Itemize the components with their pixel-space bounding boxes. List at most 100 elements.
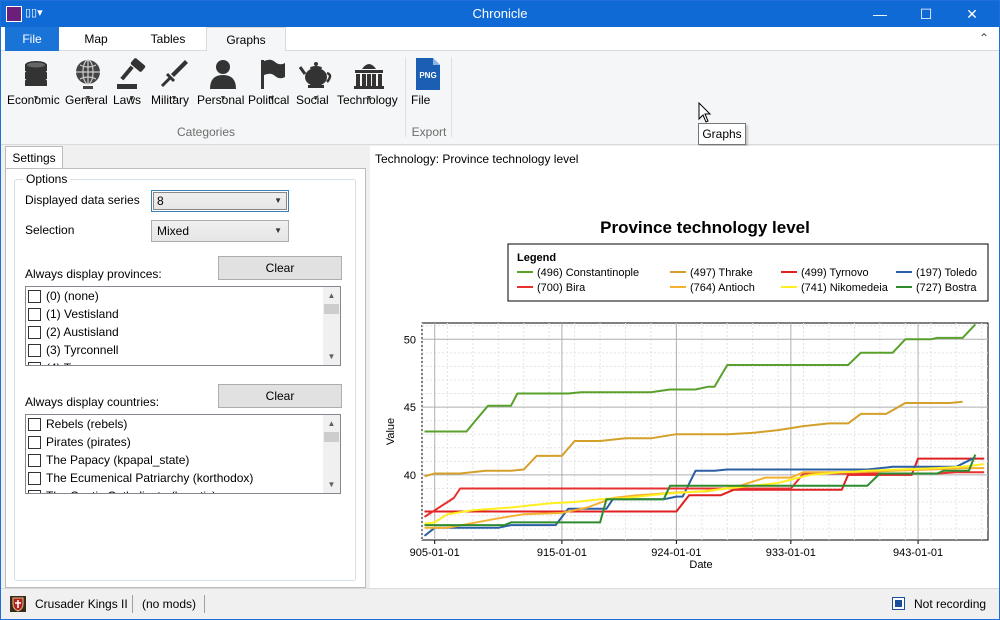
list-item[interactable]: (1) Vestisland xyxy=(26,305,340,323)
tab-settings[interactable]: Settings xyxy=(5,146,63,169)
category-button-economic[interactable]: Economic ▼ xyxy=(7,57,65,123)
list-item-label: (4) T... xyxy=(46,361,80,365)
checkbox[interactable] xyxy=(28,418,41,431)
scroll-thumb[interactable] xyxy=(324,432,339,442)
category-label: Social xyxy=(296,93,329,107)
category-button-military[interactable]: Military ▼ xyxy=(151,57,197,123)
flag-icon xyxy=(261,59,285,89)
app-window: ▯▯▾ Chronicle — ☐ ✕ File Map Tables Grap… xyxy=(0,0,1000,620)
chevron-down-icon: ▼ xyxy=(274,226,282,235)
collapse-ribbon-icon[interactable]: ⌃ xyxy=(979,31,989,45)
checkbox[interactable] xyxy=(28,472,41,485)
person-icon xyxy=(210,60,236,89)
ribbon-separator xyxy=(405,57,406,137)
tab-tables[interactable]: Tables xyxy=(133,27,203,51)
gavel-icon xyxy=(117,58,146,89)
checkbox[interactable] xyxy=(28,326,41,339)
list-item-label: Rebels (rebels) xyxy=(46,417,128,431)
category-button-social[interactable]: Social ▼ xyxy=(296,57,336,123)
list-item[interactable]: The Ecumenical Patriarchy (korthodox) xyxy=(26,469,340,487)
mods-status: (no mods) xyxy=(142,597,197,611)
category-button-technology[interactable]: Technology ▼ xyxy=(337,57,401,123)
ribbon-separator xyxy=(451,57,452,137)
category-label: Political xyxy=(248,93,290,107)
game-name: Crusader Kings II xyxy=(35,597,128,611)
provinces-label: Always display provinces: xyxy=(25,267,162,281)
chart-title: Province technology level xyxy=(600,218,810,237)
checkbox[interactable] xyxy=(28,362,41,365)
checkbox[interactable] xyxy=(28,490,41,493)
category-label: Military xyxy=(151,93,189,107)
provinces-scrollbar[interactable]: ▲ ▼ xyxy=(323,287,340,365)
legend-entry: (700) Bira xyxy=(537,282,586,294)
displayed-series-value: 8 xyxy=(157,194,164,208)
scroll-up-icon[interactable]: ▲ xyxy=(323,287,340,304)
scroll-up-icon[interactable]: ▲ xyxy=(323,415,340,432)
legend-entry: (727) Bostra xyxy=(916,282,977,294)
displayed-series-select[interactable]: 8 ▼ xyxy=(151,190,289,212)
status-separator xyxy=(204,595,205,613)
png-icon-text: PNG xyxy=(419,71,436,80)
checkbox[interactable] xyxy=(28,290,41,303)
list-item[interactable]: (2) Austisland xyxy=(26,323,340,341)
tab-graphs[interactable]: Graphs xyxy=(206,27,286,52)
close-button[interactable]: ✕ xyxy=(949,1,995,27)
categories-group-label: Categories xyxy=(176,125,236,139)
legend-entry: (496) Constantinople xyxy=(537,267,639,279)
provinces-list: (0) (none) (1) Vestisland (2) Austisland (3… xyxy=(25,286,341,366)
graphs-tooltip: Graphs xyxy=(698,123,746,145)
title-bar: ▯▯▾ Chronicle — ☐ ✕ xyxy=(1,1,999,27)
category-button-personal[interactable]: Personal ▼ xyxy=(197,57,249,123)
y-tick-label: 45 xyxy=(404,402,416,414)
category-button-political[interactable]: Political ▼ xyxy=(248,57,296,123)
checkbox[interactable] xyxy=(28,308,41,321)
selection-select[interactable]: Mixed ▼ xyxy=(151,220,289,242)
clear-provinces-button[interactable]: Clear xyxy=(218,256,342,280)
scroll-thumb[interactable] xyxy=(324,304,339,314)
ribbon-tabs: File Map Tables Graphs ⌃ xyxy=(1,27,999,52)
legend-entry: (764) Antioch xyxy=(690,282,755,294)
scroll-down-icon[interactable]: ▼ xyxy=(323,476,340,493)
list-item[interactable]: (3) Tyrconnell xyxy=(26,341,340,359)
checkbox[interactable] xyxy=(28,436,41,449)
options-title: Options xyxy=(23,172,71,186)
category-button-general[interactable]: General ▼ xyxy=(65,57,111,123)
category-button-laws[interactable]: Laws ▼ xyxy=(113,57,151,123)
export-file-label: File xyxy=(411,93,431,107)
list-item[interactable]: Rebels (rebels) xyxy=(26,415,340,433)
legend-entry: (197) Toledo xyxy=(916,267,977,279)
list-item-label: Pirates (pirates) xyxy=(46,435,131,449)
list-item-label: The Papacy (kpapal_state) xyxy=(46,453,190,467)
status-separator xyxy=(132,595,133,613)
export-file-button[interactable]: PNG File xyxy=(411,57,445,123)
maximize-button[interactable]: ☐ xyxy=(903,1,949,27)
selection-label: Selection xyxy=(25,223,75,237)
checkbox[interactable] xyxy=(28,344,41,357)
category-label: Economic xyxy=(7,93,60,107)
checkbox[interactable] xyxy=(28,454,41,467)
list-item-label: (3) Tyrconnell xyxy=(46,343,119,357)
minimize-button[interactable]: — xyxy=(857,1,903,27)
countries-scrollbar[interactable]: ▲ ▼ xyxy=(323,415,340,493)
list-item[interactable]: (0) (none) xyxy=(26,287,340,305)
ribbon: Economic ▼ General ▼ Laws ▼ Military ▼ Personal ▼… xyxy=(1,51,999,145)
list-item[interactable]: Pirates (pirates) xyxy=(26,433,340,451)
tab-map[interactable]: Map xyxy=(63,27,129,51)
teapot-icon xyxy=(299,62,332,88)
scroll-down-icon[interactable]: ▼ xyxy=(323,348,340,365)
clear-countries-button[interactable]: Clear xyxy=(218,384,342,408)
legend-entry: (741) Nikomedeia xyxy=(801,282,889,294)
list-item[interactable]: The Papacy (kpapal_state) xyxy=(26,451,340,469)
x-axis-label: Date xyxy=(689,559,712,571)
list-item-label: The Ecumenical Patriarchy (korthodox) xyxy=(46,471,254,485)
list-item[interactable]: (4) T... xyxy=(26,359,340,365)
list-item[interactable]: The Coptic Catholicate (kcoptic) xyxy=(26,487,340,493)
countries-list: Rebels (rebels) Pirates (pirates) The Papa… xyxy=(25,414,341,494)
legend-entry: (499) Tyrnovo xyxy=(801,267,869,279)
coins-icon xyxy=(25,61,47,86)
globe-icon xyxy=(76,59,100,89)
selection-value: Mixed xyxy=(157,224,190,238)
tab-file[interactable]: File xyxy=(5,27,59,51)
recording-status: Not recording xyxy=(914,597,987,611)
record-icon[interactable] xyxy=(892,597,905,610)
